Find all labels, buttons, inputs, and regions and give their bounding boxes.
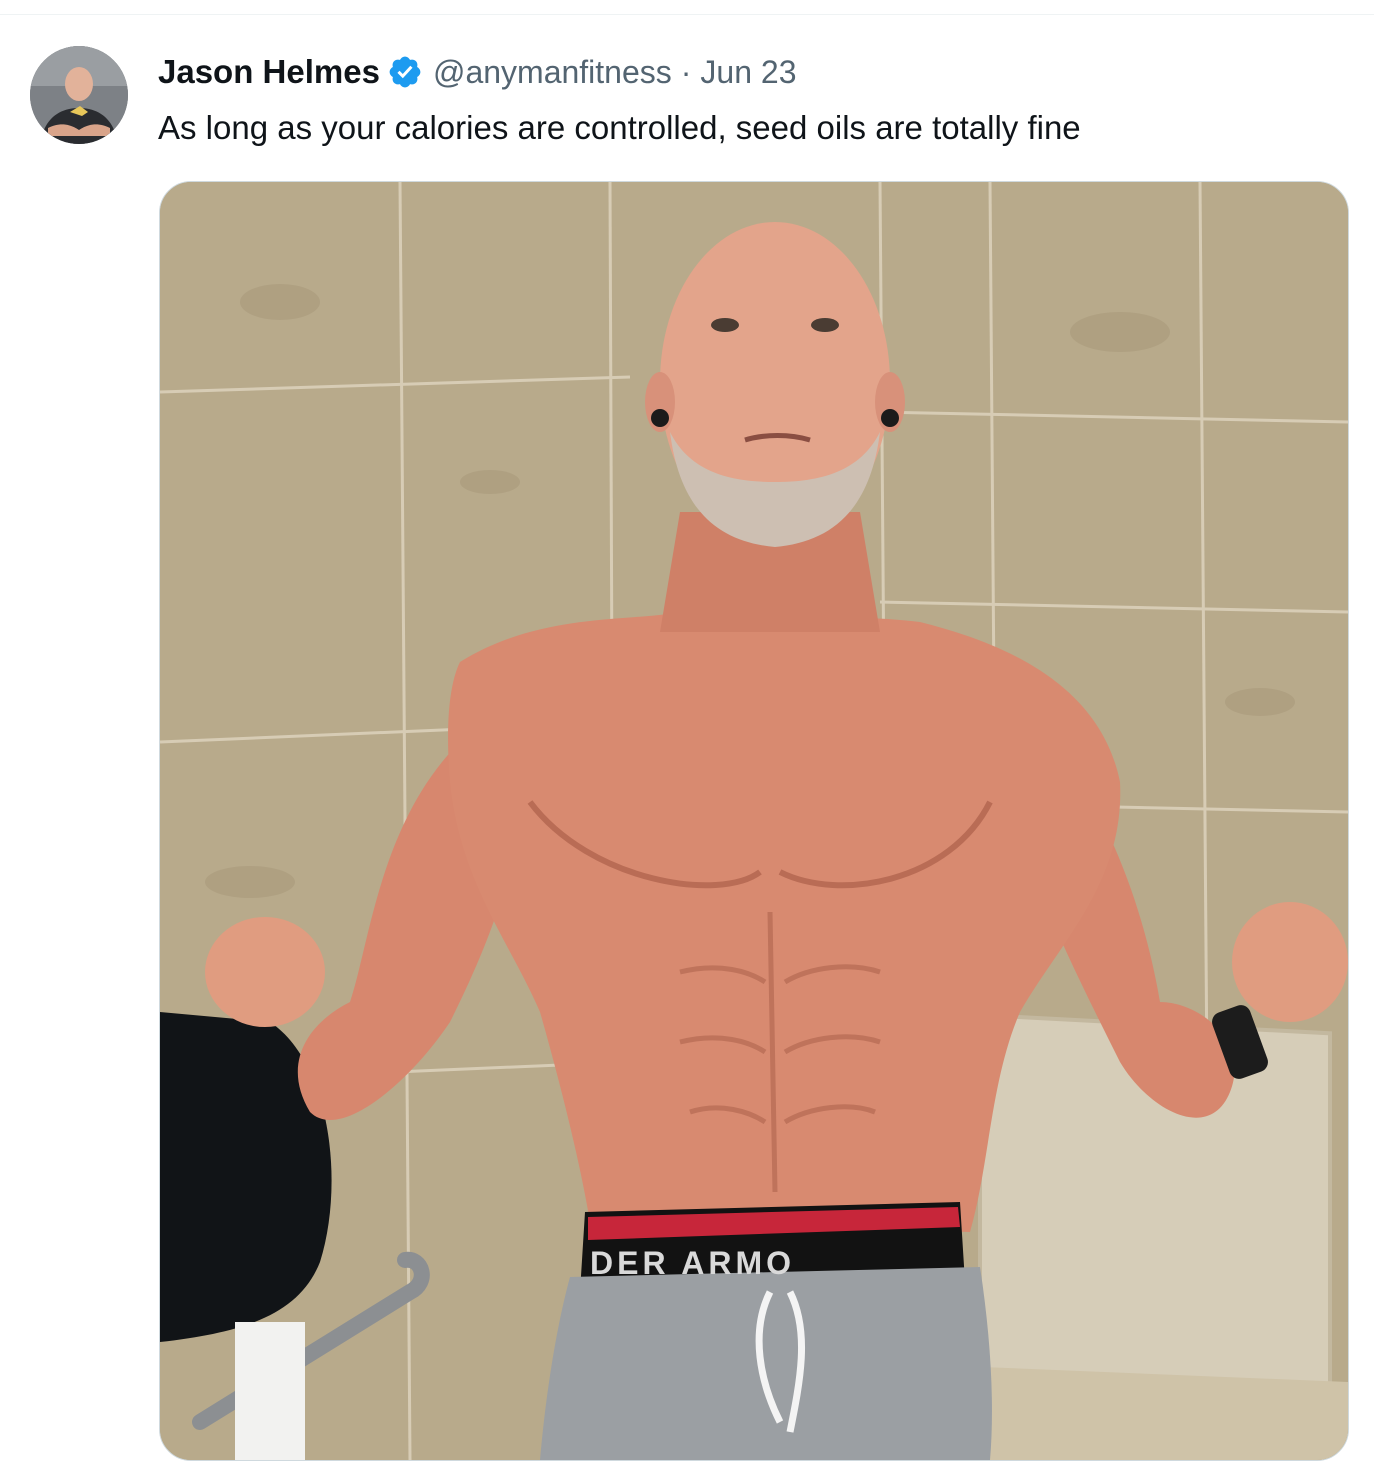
verified-badge-icon[interactable] [387, 54, 423, 90]
profile-photo-avatar-icon [30, 46, 128, 144]
shirtless-man-photo: DER ARMO [160, 182, 1348, 1460]
tweet-photo[interactable]: DER ARMO [159, 181, 1349, 1461]
tweet-text: As long as your calories are controlled,… [158, 109, 1081, 146]
tweet-date[interactable]: Jun 23 [700, 54, 796, 91]
author-handle[interactable]: @anymanfitness [433, 54, 672, 91]
author-display-name[interactable]: Jason Helmes [158, 53, 380, 91]
divider [0, 14, 1374, 15]
tweet-card: Jason Helmes @anymanfitness · Jun 23 As … [0, 0, 1374, 1472]
waistband-text: DER ARMO [590, 1245, 795, 1281]
avatar[interactable] [30, 46, 128, 144]
tweet-header: Jason Helmes @anymanfitness · Jun 23 [158, 50, 797, 94]
separator-dot: · [680, 53, 692, 90]
